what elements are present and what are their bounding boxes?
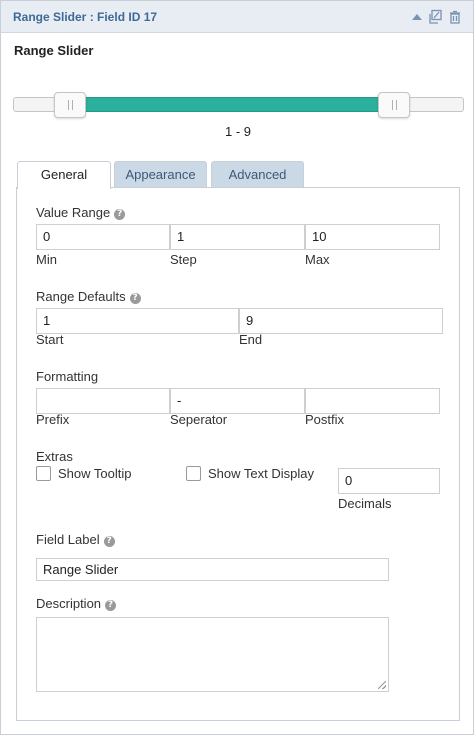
range-defaults-label: Range Defaults [36, 289, 126, 304]
formatting-label: Formatting [36, 369, 99, 384]
description-label: Description [36, 596, 102, 611]
field-label-input[interactable]: Range Slider [36, 558, 389, 581]
description-heading: Description? [36, 596, 117, 611]
postfix-caption: Postfix [305, 412, 345, 427]
show-tooltip-label[interactable]: Show Tooltip [58, 466, 131, 481]
duplicate-icon[interactable] [427, 9, 443, 25]
prefix-input[interactable] [36, 388, 170, 414]
delete-icon[interactable] [447, 9, 463, 25]
end-input[interactable]: 9 [239, 308, 443, 334]
value-range-label: Value Range [36, 205, 111, 220]
help-icon[interactable]: ? [114, 209, 126, 220]
min-input[interactable]: 0 [36, 224, 170, 250]
decimals-caption: Decimals [338, 496, 392, 511]
extras-label: Extras [36, 449, 73, 464]
help-icon[interactable]: ? [103, 536, 115, 547]
separator-caption: Seperator [170, 412, 228, 427]
start-input[interactable]: 1 [36, 308, 239, 334]
value-range-heading: Value Range? [36, 205, 126, 220]
range-slider-fill [69, 97, 395, 112]
separator-input[interactable]: - [170, 388, 305, 414]
postfix-input[interactable] [305, 388, 440, 414]
help-icon[interactable]: ? [105, 600, 117, 611]
range-defaults-heading: Range Defaults? [36, 289, 141, 304]
range-slider-start-handle[interactable] [53, 92, 86, 118]
range-readout: 1 - 9 [224, 124, 251, 139]
show-text-display-label[interactable]: Show Text Display [208, 466, 314, 481]
max-input[interactable]: 10 [305, 224, 440, 250]
field-settings-panel: Range Slider : Field ID 17 Range Slider … [0, 0, 474, 735]
tab-appearance[interactable]: Appearance [114, 161, 207, 188]
start-caption: Start [36, 332, 64, 347]
show-tooltip-checkbox[interactable] [36, 466, 51, 481]
show-text-display-checkbox[interactable] [186, 466, 201, 481]
tab-advanced[interactable]: Advanced [211, 161, 304, 188]
decimals-input[interactable]: 0 [338, 468, 440, 494]
field-title: Range Slider : Field ID 17 [13, 10, 158, 24]
collapse-icon[interactable] [409, 9, 425, 25]
resize-grip-icon[interactable] [378, 681, 386, 689]
tab-general[interactable]: General [17, 161, 111, 189]
range-slider-end-handle[interactable] [378, 92, 411, 118]
help-icon[interactable]: ? [129, 293, 141, 304]
field-label-heading: Field Label? [36, 532, 115, 547]
step-caption: Step [170, 252, 197, 267]
description-textarea[interactable] [36, 617, 389, 692]
min-caption: Min [36, 252, 57, 267]
step-input[interactable]: 1 [170, 224, 305, 250]
max-caption: Max [305, 252, 330, 267]
field-label-label: Field Label [36, 532, 100, 547]
prefix-caption: Prefix [36, 412, 70, 427]
end-caption: End [239, 332, 263, 347]
field-preview-label: Range Slider [14, 43, 94, 58]
field-titlebar: Range Slider : Field ID 17 [1, 1, 473, 33]
